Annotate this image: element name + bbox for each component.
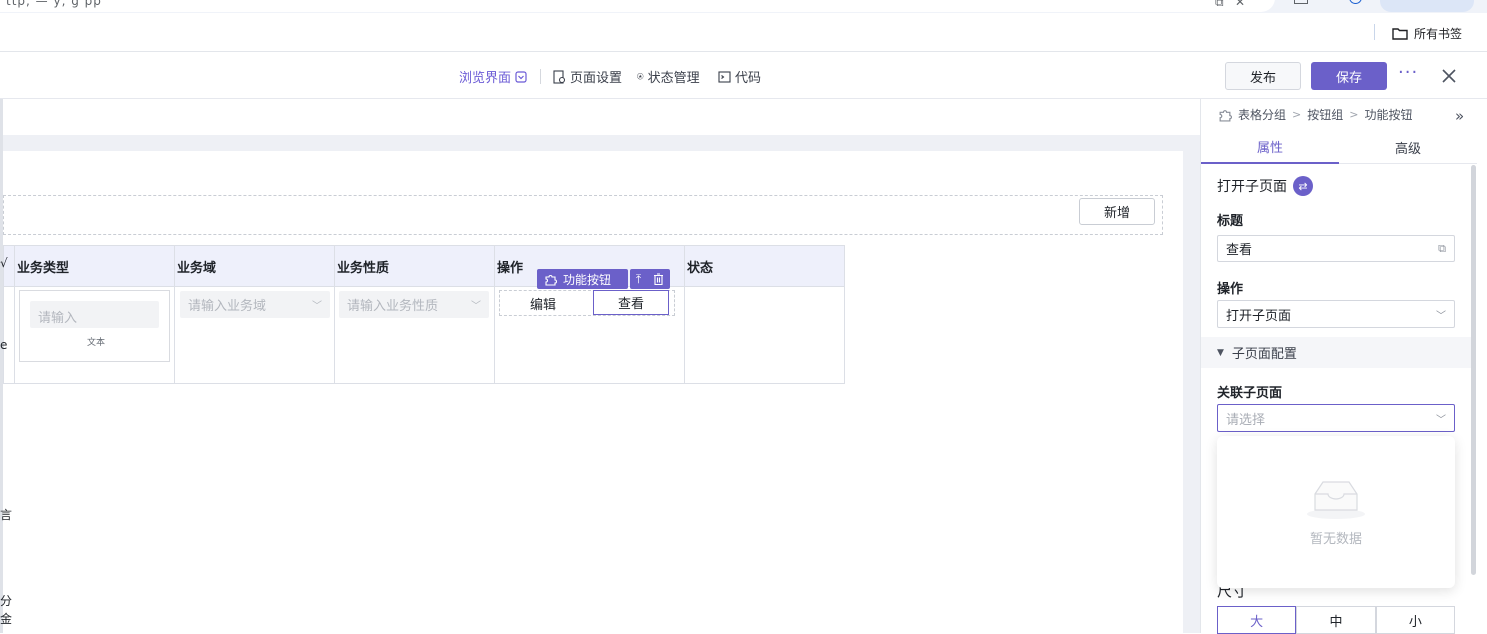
size-option-small[interactable]: 小 bbox=[1375, 606, 1455, 634]
operation-field-label: 操作 bbox=[1217, 282, 1244, 297]
switch-icon[interactable]: ⇄ bbox=[1293, 176, 1313, 196]
edit-button[interactable]: 编辑 bbox=[500, 291, 586, 315]
table-col-divider bbox=[334, 245, 335, 384]
linked-subpage-placeholder: 请选择 bbox=[1226, 412, 1266, 428]
view-button[interactable]: 查看 bbox=[593, 290, 669, 315]
title-input[interactable]: 查看 ⧉ bbox=[1217, 235, 1455, 262]
column-header-status[interactable]: 状态 bbox=[687, 257, 713, 276]
browse-ui-menu[interactable]: 浏览界面 bbox=[459, 67, 527, 86]
table-col-divider bbox=[684, 245, 685, 384]
folder-icon bbox=[1392, 28, 1408, 40]
address-bar-url: ttp, — y, g pp bbox=[6, 0, 102, 8]
chevron-down-icon: ﹀ bbox=[471, 301, 481, 312]
close-icon[interactable] bbox=[1439, 66, 1459, 86]
business-domain-select[interactable]: 请输入业务域 ﹀ bbox=[180, 291, 330, 318]
code-label: 代码 bbox=[735, 71, 762, 86]
component-tools: ⤒ bbox=[630, 269, 670, 289]
caret-down-icon: ▼ bbox=[1217, 347, 1224, 358]
table-col-divider bbox=[174, 245, 175, 384]
business-domain-placeholder: 请输入业务域 bbox=[188, 299, 267, 314]
edge-glyph: 分 bbox=[0, 594, 13, 608]
button-group-container[interactable] bbox=[3, 195, 1163, 235]
chevron-down-icon: ﹀ bbox=[1436, 414, 1446, 426]
state-management-button[interactable]: ⍟ 状态管理 bbox=[637, 67, 700, 87]
header-divider bbox=[540, 69, 541, 84]
tab-advanced[interactable]: 高级 bbox=[1339, 131, 1477, 164]
page-settings-icon bbox=[553, 69, 566, 84]
translate-icon[interactable]: ⧉ bbox=[1438, 242, 1446, 256]
breadcrumb-item[interactable]: 按钮组 bbox=[1307, 106, 1343, 123]
browse-ui-label: 浏览界面 bbox=[459, 71, 512, 86]
page-settings-label: 页面设置 bbox=[570, 71, 623, 86]
edge-glyph: 金 bbox=[0, 612, 13, 626]
linked-subpage-select[interactable]: 请选择 ﹀ bbox=[1217, 404, 1455, 432]
empty-state-text: 暂无数据 bbox=[1309, 532, 1362, 547]
code-icon bbox=[718, 70, 731, 83]
column-header-business-domain[interactable]: 业务域 bbox=[177, 257, 216, 276]
title-field-label: 标题 bbox=[1217, 214, 1244, 229]
bookmark-separator bbox=[1374, 24, 1375, 40]
linked-subpage-label: 关联子页面 bbox=[1217, 386, 1283, 401]
edge-glyph: √ bbox=[0, 256, 8, 270]
translate-icon[interactable]: ⧉ bbox=[1215, 0, 1224, 9]
column-header-business-nature[interactable]: 业务性质 bbox=[337, 257, 389, 276]
component-caption: 文本 bbox=[87, 338, 106, 348]
business-nature-placeholder: 请输入业务性质 bbox=[347, 299, 439, 314]
size-radio-group: 大 中 小 bbox=[1217, 606, 1455, 634]
panel-scrollbar[interactable] bbox=[1471, 165, 1476, 575]
selected-component-tag[interactable]: 功能按钮 bbox=[537, 269, 628, 289]
collapse-panel-icon[interactable]: » bbox=[1455, 107, 1464, 125]
table-col-divider bbox=[494, 245, 495, 384]
size-option-medium[interactable]: 中 bbox=[1296, 606, 1376, 634]
breadcrumb-item[interactable]: 表格分组 bbox=[1238, 106, 1286, 123]
table-header bbox=[3, 245, 845, 286]
tab-search-icon[interactable] bbox=[1294, 0, 1308, 4]
table-col-divider bbox=[14, 245, 15, 384]
publish-button[interactable]: 发布 bbox=[1225, 62, 1301, 90]
state-management-label: 状态管理 bbox=[647, 71, 700, 86]
star-icon[interactable]: ✕ bbox=[1235, 0, 1245, 9]
subpage-config-section[interactable]: ▼ 子页面配置 bbox=[1201, 337, 1471, 368]
chevron-right-icon: > bbox=[1349, 108, 1359, 121]
component-title-label: 打开子页面 bbox=[1217, 179, 1287, 195]
size-option-large[interactable]: 大 bbox=[1217, 606, 1297, 634]
column-header-actions[interactable]: 操作 bbox=[497, 257, 523, 276]
puzzle-icon bbox=[545, 274, 557, 286]
puzzle-icon bbox=[1219, 109, 1232, 122]
code-button[interactable]: 代码 bbox=[718, 67, 761, 86]
empty-inbox-icon bbox=[1307, 481, 1365, 519]
save-button[interactable]: 保存 bbox=[1311, 62, 1387, 90]
business-nature-select[interactable]: 请输入业务性质 ﹀ bbox=[339, 291, 489, 318]
more-icon[interactable]: ··· bbox=[1398, 62, 1418, 83]
component-title: 打开子页面 ⇄ bbox=[1217, 176, 1313, 196]
delete-icon[interactable] bbox=[653, 273, 664, 285]
page-settings-button[interactable]: 页面设置 bbox=[552, 67, 622, 86]
chevron-down-icon: ﹀ bbox=[312, 301, 322, 312]
operation-select-value: 打开子页面 bbox=[1226, 308, 1292, 324]
edge-glyph: 言 bbox=[0, 508, 13, 522]
edge-glyph: e bbox=[0, 338, 8, 352]
dropdown-square-icon bbox=[515, 70, 527, 83]
profile-button[interactable] bbox=[1380, 0, 1474, 12]
column-header-business-type[interactable]: 业务类型 bbox=[17, 257, 69, 276]
selected-component-label: 功能按钮 bbox=[563, 272, 612, 287]
bookmark-bar bbox=[0, 13, 1487, 52]
move-up-icon[interactable]: ⤒ bbox=[636, 272, 641, 287]
operation-select[interactable]: 打开子页面 ﹀ bbox=[1217, 300, 1455, 328]
bookmark-folder-label: 所有书签 bbox=[1414, 27, 1463, 41]
subpage-config-label: 子页面配置 bbox=[1231, 347, 1297, 362]
breadcrumb: 表格分组 > 按钮组 > 功能按钮 bbox=[1218, 106, 1412, 123]
address-bar-icons[interactable]: ⧉ ✕ bbox=[1215, 0, 1245, 10]
breadcrumb-item[interactable]: 功能按钮 bbox=[1364, 106, 1412, 123]
add-button[interactable]: 新增 bbox=[1079, 198, 1155, 225]
tab-properties[interactable]: 属性 bbox=[1201, 131, 1339, 164]
title-input-value: 查看 bbox=[1226, 243, 1253, 258]
chevron-right-icon: > bbox=[1292, 108, 1302, 121]
address-bar[interactable] bbox=[0, 0, 1275, 12]
state-icon: ⍟ bbox=[637, 69, 644, 83]
business-type-input[interactable]: 请输入 bbox=[30, 301, 159, 328]
bookmark-folder-all[interactable]: 所有书签 bbox=[1392, 25, 1462, 42]
chevron-down-icon: ﹀ bbox=[1436, 310, 1446, 322]
